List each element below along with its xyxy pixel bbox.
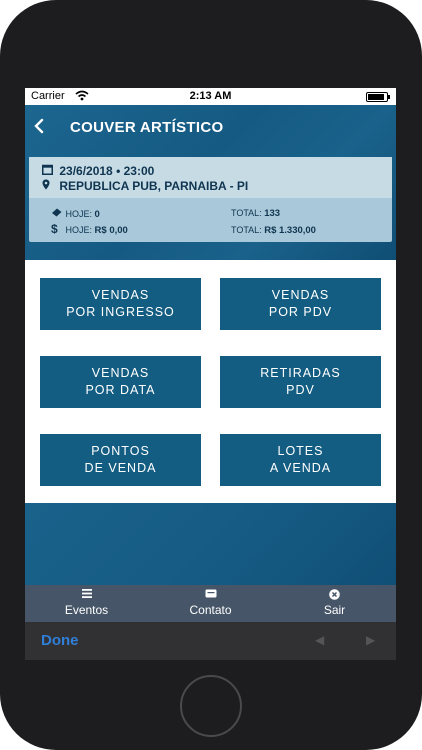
tickets-today-label: HOJE: xyxy=(65,209,93,219)
tickets-today-value: 0 xyxy=(94,209,100,220)
previous-arrow-icon[interactable]: ◀ xyxy=(315,633,324,647)
nav-bar: COUVER ARTÍSTICO xyxy=(25,105,396,149)
event-card: 23/6/2018 • 23:00 REPUBLICA PUB, PARNAIB… xyxy=(29,157,392,242)
tab-eventos[interactable]: Eventos xyxy=(25,585,148,622)
message-icon xyxy=(149,589,272,602)
button-label-line2: PDV xyxy=(286,383,315,397)
footer-background xyxy=(25,503,396,585)
pdv-withdrawals-button[interactable]: RETIRADAS PDV xyxy=(220,356,381,408)
clock: 2:13 AM xyxy=(189,90,232,102)
header-area: COUVER ARTÍSTICO 23/6/2018 • 23:00 REPUB… xyxy=(25,105,396,260)
tab-contato[interactable]: Contato xyxy=(149,585,272,622)
device-frame: Carrier 2:13 AM COUVER ARTÍSTICO 23/6/20… xyxy=(0,0,422,750)
tickets-total-value: 133 xyxy=(264,208,281,219)
location-pin-icon xyxy=(42,179,56,193)
money-total-label: TOTAL: xyxy=(231,225,262,235)
battery-icon xyxy=(366,92,390,102)
event-date-row: 23/6/2018 • 23:00 xyxy=(42,164,154,178)
button-label-line1: VENDAS xyxy=(91,288,150,302)
button-label-line2: DE VENDA xyxy=(84,461,157,475)
points-of-sale-button[interactable]: PONTOS DE VENDA xyxy=(40,434,201,486)
event-date: 23/6/2018 • 23:00 xyxy=(59,164,155,178)
tab-eventos-label: Eventos xyxy=(64,603,109,617)
calendar-icon xyxy=(42,164,56,178)
button-label-line1: RETIRADAS xyxy=(260,366,341,380)
list-icon xyxy=(25,589,148,602)
button-label-line2: POR PDV xyxy=(268,305,333,319)
event-venue-row: REPUBLICA PUB, PARNAIBA - PI xyxy=(42,179,248,193)
button-label-line1: VENDAS xyxy=(91,366,150,380)
tab-sair-label: Sair xyxy=(323,603,346,617)
tickets-total: TOTAL: 133 xyxy=(231,208,280,219)
money-total: TOTAL: R$ 1.330,00 xyxy=(231,225,316,236)
page-title: COUVER ARTÍSTICO xyxy=(70,119,224,136)
ticket-icon xyxy=(51,206,63,220)
button-label-line2: POR DATA xyxy=(85,383,156,397)
button-label-line2: POR INGRESSO xyxy=(66,305,175,319)
chevron-left-icon xyxy=(34,118,44,134)
tab-contato-label: Contato xyxy=(189,603,232,617)
tab-sair[interactable]: Sair xyxy=(273,585,396,622)
tickets-total-label: TOTAL: xyxy=(231,208,262,218)
lots-for-sale-button[interactable]: LOTES A VENDA xyxy=(220,434,381,486)
money-today-value: R$ 0,00 xyxy=(94,225,128,236)
keyboard-accessory-bar: Done ◀ ▶ xyxy=(25,622,396,660)
tickets-today: HOJE: 0 xyxy=(51,206,100,220)
button-label-line2: A VENDA xyxy=(269,461,332,475)
status-bar: Carrier 2:13 AM xyxy=(25,88,396,105)
next-arrow-icon[interactable]: ▶ xyxy=(366,633,375,647)
done-button[interactable]: Done xyxy=(41,632,79,649)
button-label-line1: PONTOS xyxy=(91,444,150,458)
money-total-value: R$ 1.330,00 xyxy=(264,225,316,236)
back-button[interactable] xyxy=(33,113,55,139)
sales-by-ticket-button[interactable]: VENDAS POR INGRESSO xyxy=(40,278,201,330)
button-label-line1: LOTES xyxy=(277,444,324,458)
money-today: $ HOJE: R$ 0,00 xyxy=(51,222,128,236)
dollar-icon: $ xyxy=(51,222,58,236)
event-venue: REPUBLICA PUB, PARNAIBA - PI xyxy=(59,179,249,193)
menu-grid: VENDAS POR INGRESSO VENDAS POR PDV VENDA… xyxy=(25,260,396,503)
close-circle-icon xyxy=(273,589,396,602)
money-today-label: HOJE: xyxy=(65,225,93,235)
app-screen: Carrier 2:13 AM COUVER ARTÍSTICO 23/6/20… xyxy=(25,88,396,660)
event-info: 23/6/2018 • 23:00 REPUBLICA PUB, PARNAIB… xyxy=(29,157,392,198)
sales-by-pdv-button[interactable]: VENDAS POR PDV xyxy=(220,278,381,330)
button-label-line1: VENDAS xyxy=(271,288,330,302)
home-button[interactable] xyxy=(180,675,242,737)
sales-by-date-button[interactable]: VENDAS POR DATA xyxy=(40,356,201,408)
tab-bar: Eventos Contato Sair xyxy=(25,585,396,622)
